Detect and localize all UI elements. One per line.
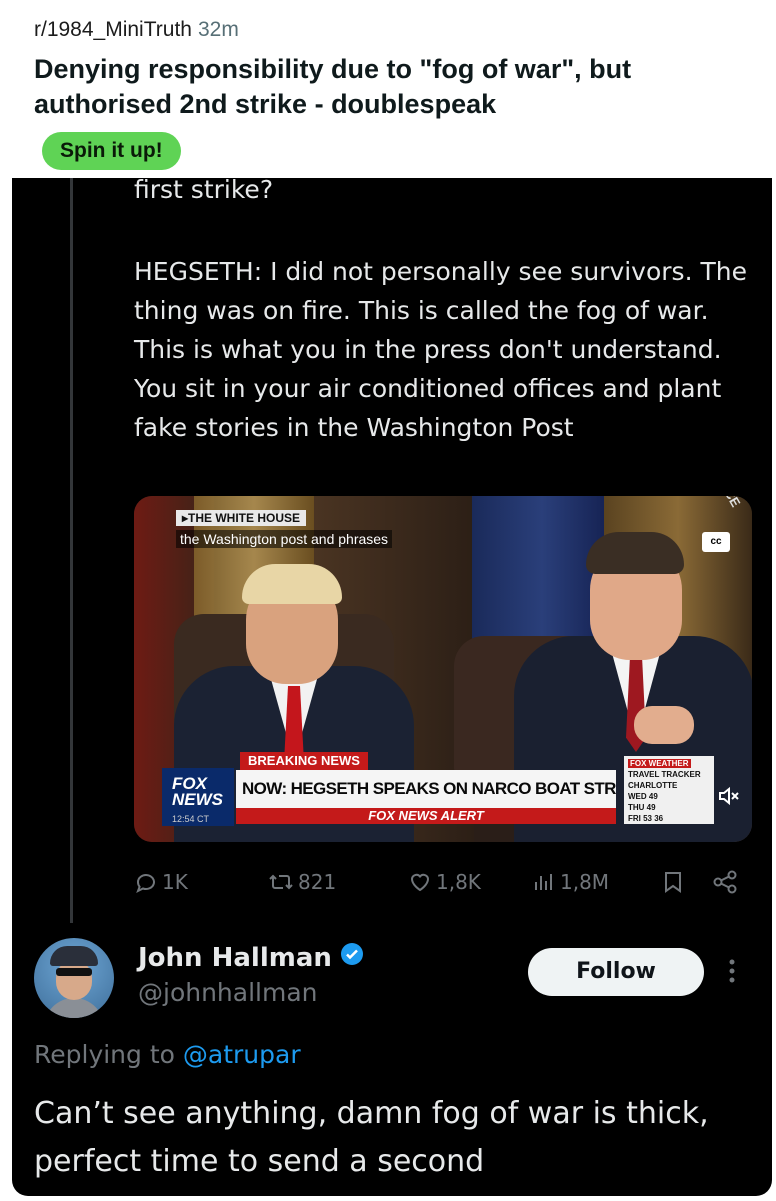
reply-count: 1K [162, 870, 188, 894]
weather-row: FRI 53 36 [628, 814, 664, 823]
reply-action[interactable]: 1K [134, 864, 188, 900]
tweet-text-cutoff: first strike? [134, 178, 274, 204]
news-alert-bar: FOX NEWS ALERT [236, 808, 616, 824]
bookmark-button[interactable] [662, 864, 684, 900]
tweet-video[interactable]: ▸THE WHITE HOUSE the Washington post and… [134, 496, 752, 842]
mute-icon[interactable] [718, 786, 740, 806]
closed-captions-icon[interactable]: cc [702, 532, 730, 552]
replying-to-line: Replying to @atrupar [34, 1040, 301, 1069]
weather-subtitle: TRAVEL TRACKER [628, 770, 701, 779]
thread-line [70, 178, 73, 923]
follow-button[interactable]: Follow [528, 948, 704, 996]
avatar[interactable] [34, 938, 114, 1018]
replying-prefix: Replying to [34, 1040, 183, 1069]
post-meta: r/1984_MiniTruth 32m [34, 18, 239, 42]
news-lower-third: FOX NEWS 12:54 CT BREAKING NEWS NOW: HEG… [162, 752, 752, 828]
weather-tracker: FOX WEATHER TRAVEL TRACKER CHARLOTTE WED… [624, 756, 714, 824]
bookmark-icon [662, 870, 684, 894]
more-options-icon[interactable] [724, 956, 740, 986]
post-flair[interactable]: Spin it up! [42, 132, 181, 170]
weather-row: THU 49 [628, 803, 656, 812]
reply-text: Can’t see anything, damn fog of war is t… [34, 1096, 709, 1179]
reply-author-name[interactable]: John Hallman [138, 943, 332, 973]
video-person-left-hair [242, 564, 342, 604]
avatar-cap [50, 946, 98, 966]
like-action[interactable]: 1,8K [408, 864, 481, 900]
video-person-right-hair [586, 532, 684, 574]
share-button[interactable] [712, 864, 740, 900]
heart-icon [408, 870, 432, 894]
views-bar-chart-icon [532, 870, 556, 894]
video-person-right-hand [634, 706, 694, 744]
avatar-face [56, 960, 92, 1000]
repost-icon [268, 870, 294, 894]
like-count: 1,8K [436, 870, 481, 894]
breaking-news-tag: BREAKING NEWS [240, 752, 368, 770]
reply-author-name-row[interactable]: John Hallman [138, 942, 364, 973]
tweet-quote-text: HEGSETH: I did not personally see surviv… [134, 257, 747, 442]
avatar-glasses [56, 968, 92, 976]
views-action[interactable]: 1,8M [532, 864, 609, 900]
repost-count: 821 [298, 870, 337, 894]
share-icon [712, 870, 740, 894]
tweet-action-bar: 1K 821 1,8K 1,8M [134, 864, 754, 900]
weather-title: FOX WEATHER [628, 759, 691, 768]
reddit-post-header: r/1984_MiniTruth 32m Denying responsibili… [12, 0, 772, 178]
fox-logo-bottom: NEWS [172, 790, 223, 809]
embedded-tweet-screenshot: first strike? HEGSETH: I did not persona… [12, 178, 772, 1196]
avatar-body [44, 998, 104, 1018]
verified-badge-icon [340, 942, 364, 973]
video-caption: the Washington post and phrases [176, 530, 393, 548]
news-headline: NOW: HEGSETH SPEAKS ON NARCO BOAT STRIKE… [236, 770, 616, 808]
reply-icon [134, 870, 158, 894]
video-source-tag: ▸THE WHITE HOUSE [176, 510, 307, 526]
weather-row: WED 49 [628, 792, 658, 801]
replying-to-link[interactable]: @atrupar [183, 1040, 301, 1069]
weather-city: CHARLOTTE [628, 781, 678, 790]
repost-action[interactable]: 821 [268, 864, 336, 900]
subreddit-link[interactable]: r/1984_MiniTruth [34, 18, 192, 41]
post-title[interactable]: Denying responsibility due to "fog of wa… [34, 52, 754, 122]
reply-author-handle[interactable]: @johnhallman [138, 978, 318, 1007]
view-count: 1,8M [560, 870, 610, 894]
post-age: 32m [197, 18, 239, 41]
broadcast-time: 12:54 CT [162, 814, 234, 826]
